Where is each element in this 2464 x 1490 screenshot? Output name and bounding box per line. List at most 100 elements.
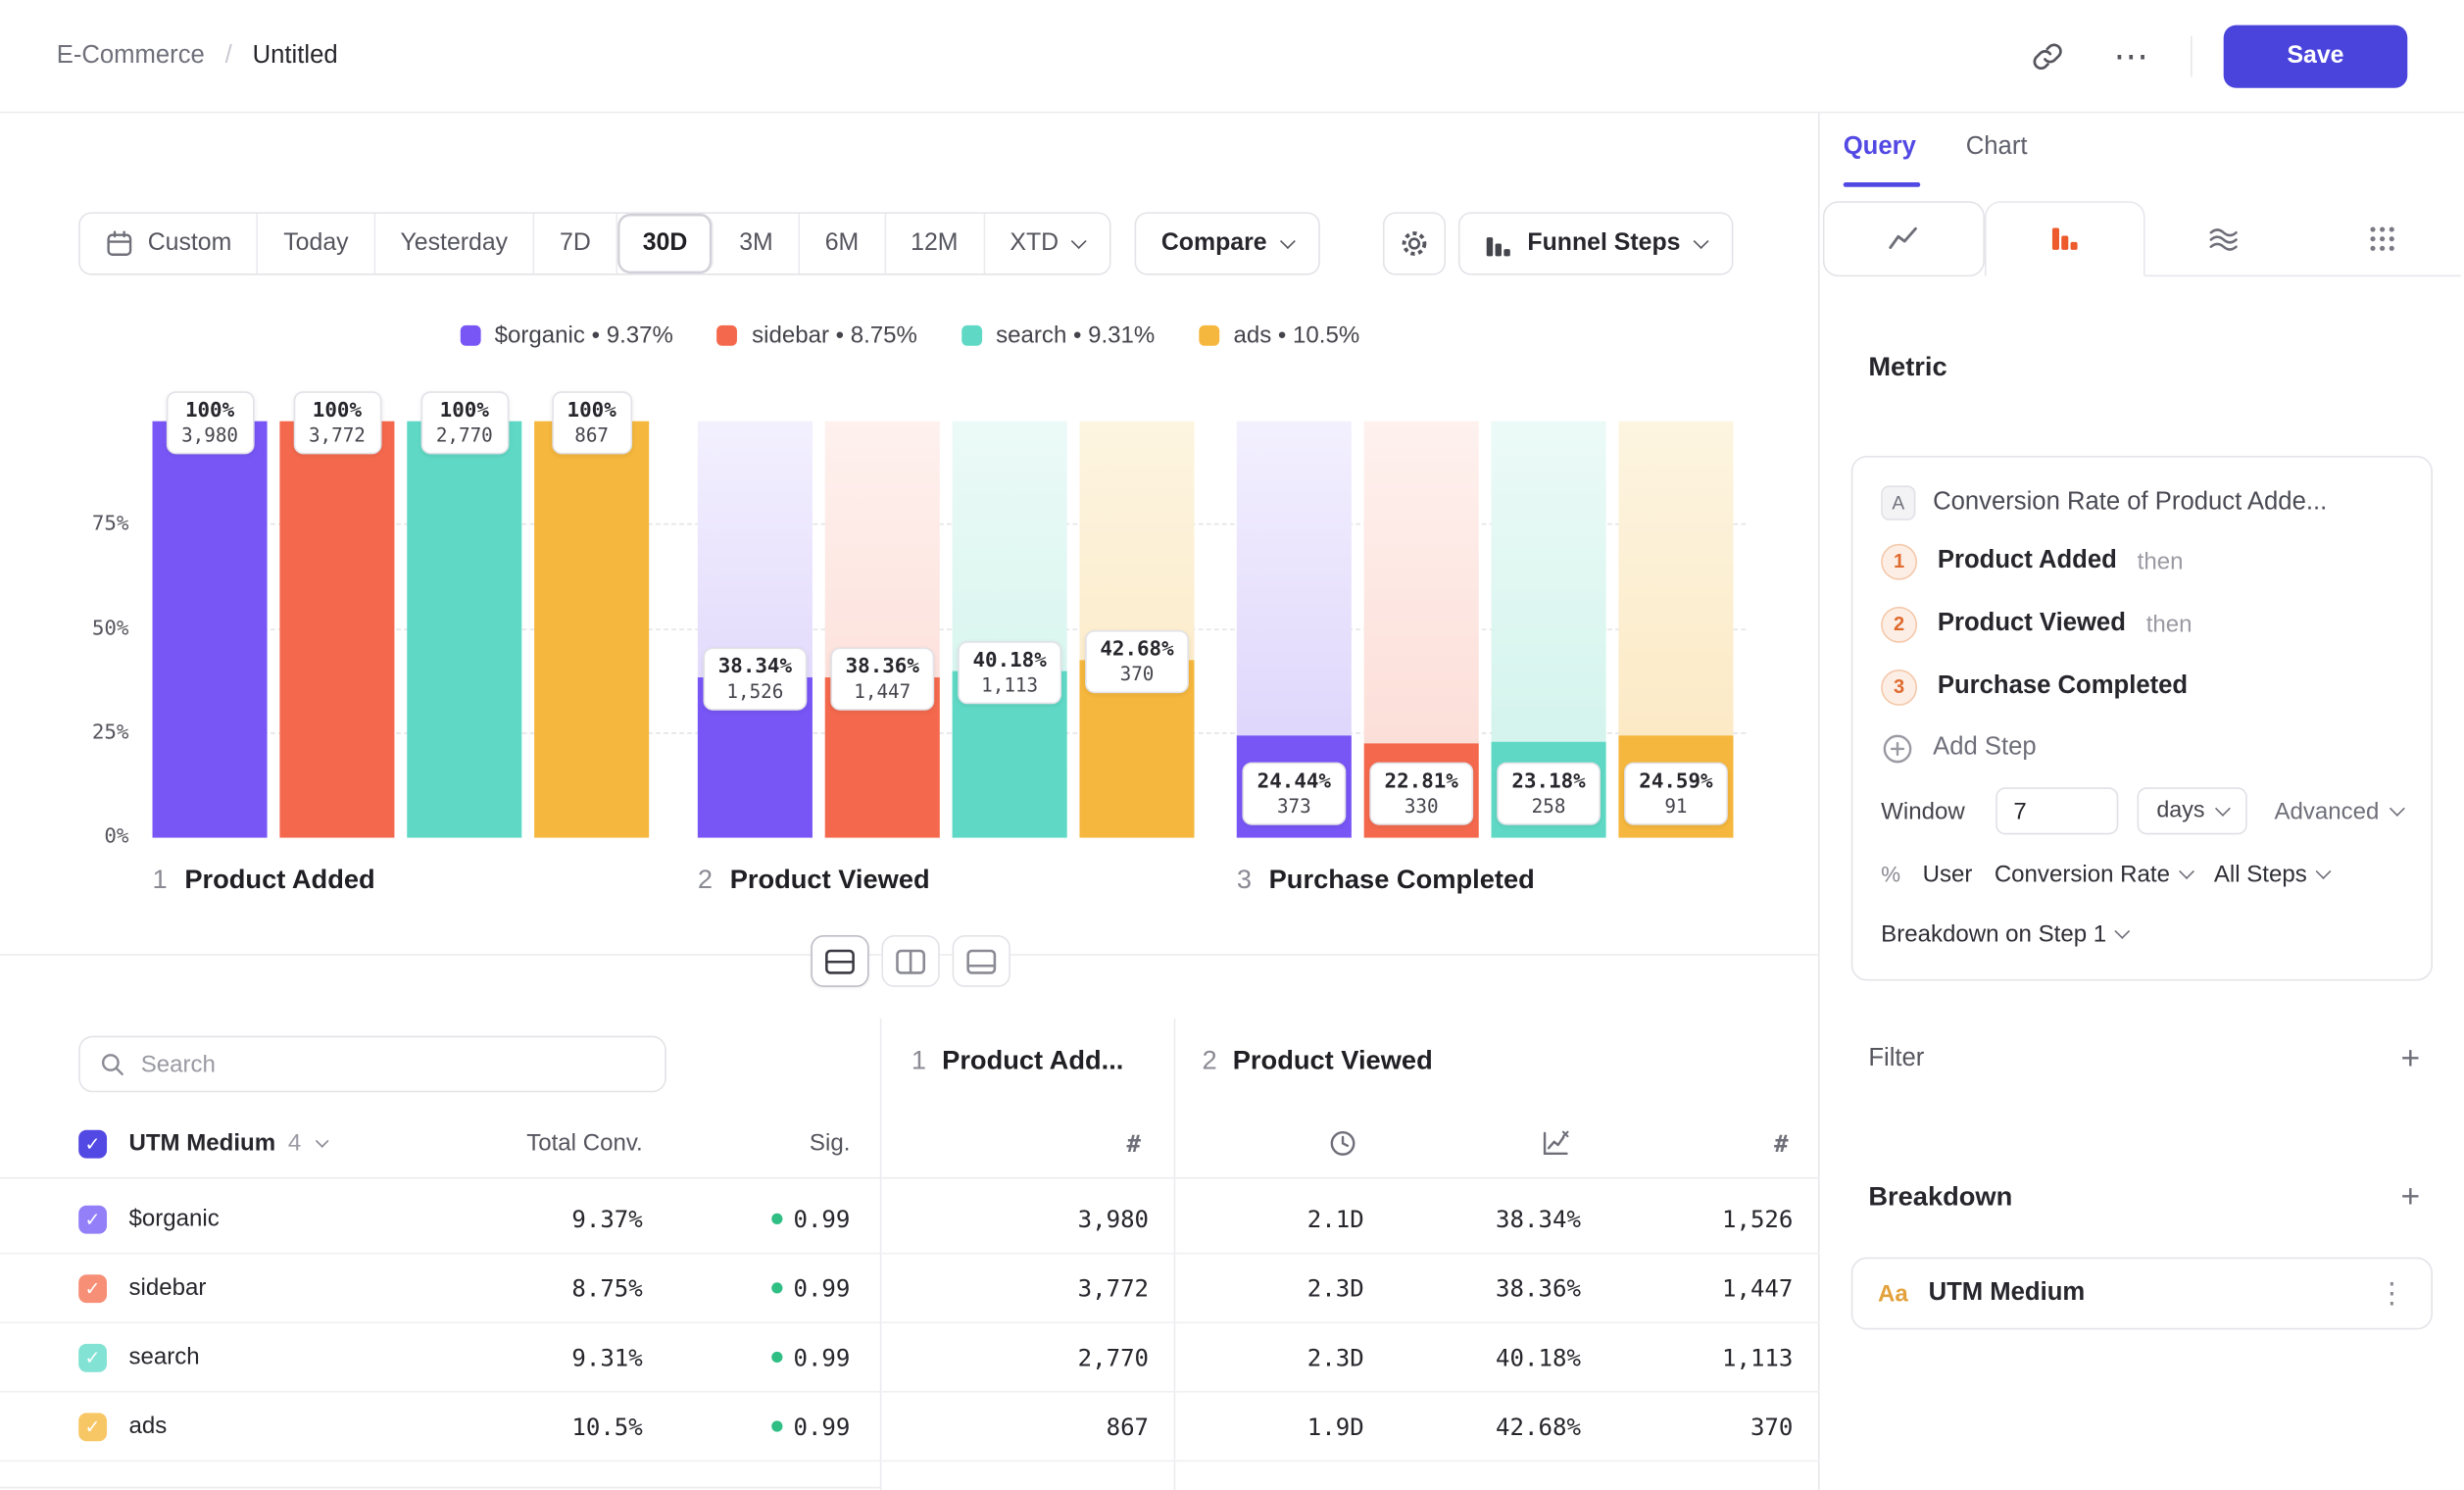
- breakdown-column-header[interactable]: UTM Medium 4: [128, 1110, 325, 1177]
- flow-chart-icon: [2208, 223, 2240, 254]
- add-filter-button[interactable]: +: [2400, 1044, 2420, 1075]
- step1-count-column-header[interactable]: #: [1127, 1110, 1141, 1177]
- save-button[interactable]: Save: [2224, 25, 2408, 87]
- select-all-checkbox[interactable]: ✓: [78, 1130, 107, 1159]
- window-unit-label: days: [2156, 798, 2204, 823]
- breadcrumb-parent[interactable]: E-Commerce: [57, 41, 205, 70]
- chart-type-grid-tab[interactable]: [2303, 201, 2461, 276]
- chart-legend: $organic • 9.37% sidebar • 8.75% search • …: [0, 323, 1820, 349]
- chart-settings-button[interactable]: [1383, 212, 1446, 274]
- bar-value-label: 38.34%1,526: [703, 648, 808, 711]
- chevron-down-icon: [315, 1133, 328, 1147]
- measure-type-select[interactable]: Conversion Rate: [1995, 861, 2193, 887]
- more-options-icon[interactable]: ⋯: [2105, 29, 2159, 83]
- table-row-organic[interactable]: ✓$organic9.37%0.993,9802.1D38.34%1,526: [0, 1185, 1820, 1255]
- legend-item-ads[interactable]: ads • 10.5%: [1199, 323, 1359, 349]
- breakdown-on-select[interactable]: Breakdown on Step 1: [1881, 920, 2128, 947]
- table-row-sidebar[interactable]: ✓sidebar8.75%0.993,7722.3D38.36%1,447: [0, 1254, 1820, 1323]
- step1-count-cell: 3,980: [1078, 1185, 1149, 1253]
- metric-step-1[interactable]: 1Product Addedthen: [1881, 529, 2402, 592]
- range-7d[interactable]: 7D: [534, 214, 617, 273]
- table-search: [78, 1036, 666, 1093]
- tab-query[interactable]: Query: [1844, 133, 1916, 162]
- legend-text: ads • 10.5%: [1233, 323, 1359, 349]
- row-name: ads: [128, 1393, 167, 1461]
- window-unit-select[interactable]: days: [2138, 787, 2247, 834]
- significance-cell: 0.99: [771, 1393, 850, 1461]
- header-actions: ⋯ Save: [2021, 25, 2407, 87]
- legend-swatch: [460, 325, 480, 346]
- filter-section-header: Filter +: [1868, 1044, 2420, 1075]
- range-custom[interactable]: Custom: [80, 214, 259, 273]
- bar-value-label: 38.36%1,447: [830, 648, 935, 711]
- group2-title: Product Viewed: [1233, 1045, 1433, 1076]
- bar-sidebar-step1[interactable]: [279, 422, 394, 838]
- compare-button[interactable]: Compare: [1135, 212, 1320, 274]
- step2-count-cell: 370: [1750, 1393, 1793, 1461]
- bar-organic-step1[interactable]: [153, 422, 268, 838]
- tab-chart[interactable]: Chart: [1966, 133, 2028, 162]
- legend-item-organic[interactable]: $organic • 9.37%: [460, 323, 673, 349]
- row-checkbox[interactable]: ✓: [78, 1206, 107, 1234]
- breakdown-item[interactable]: Aa UTM Medium ⋮: [1851, 1258, 2433, 1330]
- chart-type-line-tab[interactable]: [1823, 201, 1984, 276]
- row-checkbox[interactable]: ✓: [78, 1274, 107, 1303]
- avg-time-column-header[interactable]: [1328, 1110, 1357, 1177]
- table-row-search[interactable]: ✓search9.31%0.992,7702.3D40.18%1,113: [0, 1323, 1820, 1393]
- range-3m[interactable]: 3M: [715, 214, 800, 273]
- breadcrumb-current[interactable]: Untitled: [253, 41, 338, 70]
- range-today[interactable]: Today: [259, 214, 375, 273]
- funnel-chart-plot: 100%3,98038.34%1,52624.44%373100%3,77238…: [153, 422, 1747, 838]
- add-breakdown-button[interactable]: +: [2400, 1182, 2420, 1214]
- metric-title-row[interactable]: A Conversion Rate of Product Adde...: [1881, 476, 2402, 530]
- bar-value-label: 24.59%91: [1623, 763, 1728, 825]
- range-30d[interactable]: 30D: [617, 214, 715, 273]
- significance-cell: 0.99: [771, 1254, 850, 1321]
- measure-entity[interactable]: User: [1923, 861, 1973, 887]
- step-number-badge: 1: [1881, 543, 1917, 579]
- legend-item-sidebar[interactable]: sidebar • 8.75%: [717, 323, 917, 349]
- breadcrumb-separator: /: [225, 41, 232, 70]
- total-conversion-cell: 8.75%: [571, 1254, 642, 1321]
- chart-type-flow-tab[interactable]: [2145, 201, 2303, 276]
- range-6m[interactable]: 6M: [800, 214, 885, 273]
- app: E-Commerce / Untitled ⋯ Save CustomToday…: [0, 0, 2464, 1490]
- total-conv-column-header[interactable]: Total Conv.: [526, 1110, 643, 1177]
- group1-number: 1: [912, 1045, 926, 1076]
- table-row-ads[interactable]: ✓ads10.5%0.998671.9D42.68%370: [0, 1393, 1820, 1463]
- share-link-icon[interactable]: [2021, 29, 2075, 83]
- split-horizontal-toggle[interactable]: [811, 935, 868, 987]
- measure-scope-label: All Steps: [2214, 861, 2307, 887]
- row-checkbox[interactable]: ✓: [78, 1344, 107, 1372]
- range-12m[interactable]: 12M: [885, 214, 984, 273]
- bar-ads-step1[interactable]: [534, 422, 649, 838]
- breakdown-section-header: Breakdown +: [1868, 1182, 2420, 1214]
- chart-view-select[interactable]: Funnel Steps: [1458, 212, 1734, 274]
- metric-step-3[interactable]: 3Purchase Completed: [1881, 656, 2402, 719]
- measure-scope-select[interactable]: All Steps: [2214, 861, 2329, 887]
- split-vertical-toggle[interactable]: [881, 935, 939, 987]
- circle-plus-icon: [1881, 731, 1914, 765]
- panel-bottom-toggle[interactable]: [952, 935, 1010, 987]
- conversion-pct-column-header[interactable]: [1540, 1110, 1571, 1177]
- add-step-button[interactable]: Add Step: [1881, 719, 2402, 778]
- step2-count-column-header[interactable]: #: [1774, 1110, 1788, 1177]
- range-xtd[interactable]: XTD: [985, 214, 1109, 273]
- advanced-toggle[interactable]: Advanced: [2274, 798, 2402, 824]
- sig-column-header[interactable]: Sig.: [810, 1110, 850, 1177]
- row-checkbox[interactable]: ✓: [78, 1413, 107, 1441]
- step-event-name: Product Viewed: [1938, 610, 2126, 638]
- avg-time-clock-icon: [1328, 1128, 1357, 1158]
- chart-type-funnel-tab[interactable]: [1984, 201, 2144, 276]
- percent-icon: %: [1881, 862, 1900, 887]
- row-name: search: [128, 1323, 199, 1391]
- metric-step-2[interactable]: 2Product Viewedthen: [1881, 592, 2402, 655]
- range-yesterday[interactable]: Yesterday: [375, 214, 535, 273]
- legend-item-search[interactable]: search • 9.31%: [961, 323, 1155, 349]
- kebab-menu-icon[interactable]: ⋮: [2378, 1277, 2406, 1311]
- search-input[interactable]: [141, 1051, 646, 1077]
- window-value-input[interactable]: [1996, 787, 2119, 834]
- step-number-badge: 3: [1881, 669, 1917, 705]
- step-event-name: Product Added: [1938, 547, 2117, 575]
- bar-search-step1[interactable]: [407, 422, 521, 838]
